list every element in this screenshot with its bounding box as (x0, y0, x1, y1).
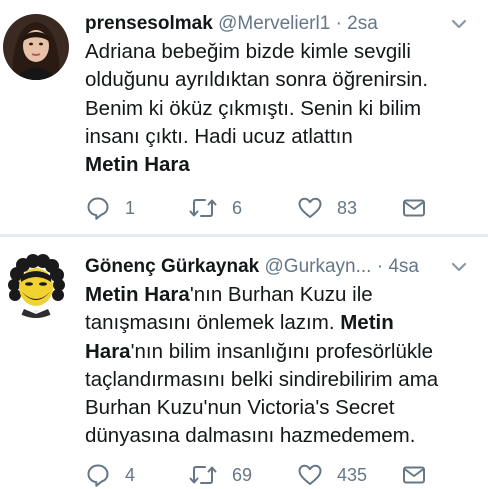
display-name[interactable]: Gönenç Gürkaynak (85, 256, 259, 277)
like-icon (298, 197, 322, 218)
reply-count: 1 (125, 197, 136, 218)
user-handle[interactable]: @Gurkayn... (265, 256, 372, 277)
dm-button[interactable] (401, 194, 427, 222)
timestamp[interactable]: 2sa (347, 13, 378, 34)
text-segment: 'nın bilim insanlığını profesörlükle (130, 339, 434, 363)
tweet-text-line: taçlandırmasını belki sindirebilirim ama (85, 367, 439, 391)
dm-icon (403, 466, 425, 484)
tweet-text-line: dünyasına dalmasını hazmedemem. (85, 424, 416, 448)
text-segment: tanışmasını önlemek lazım. (85, 311, 341, 335)
mention-text: Metin Hara (85, 283, 190, 306)
mention-text: Hara (85, 339, 131, 363)
cartoon-avatar-curly-hair-icon (3, 252, 69, 318)
like-icon (298, 464, 322, 485)
tweet-header: prensesolmak @Mervelierl1 · 2sa (85, 10, 468, 38)
separator: · (335, 13, 342, 34)
avatar[interactable] (3, 14, 69, 80)
retweet-count: 6 (232, 197, 243, 218)
tweet-header: Gönenç Gürkaynak @Gurkayn... · 4sa (85, 253, 468, 281)
like-count: 435 (337, 464, 368, 485)
reply-icon (87, 197, 109, 220)
display-name[interactable]: prensesolmak (85, 13, 213, 34)
tweet-text-line: Benim ki öküz çıkmıştı. Senin ki bilim (85, 96, 422, 120)
reply-count: 4 (125, 464, 136, 485)
avatar[interactable] (3, 252, 69, 318)
profile-photo-woman-icon (3, 14, 69, 80)
tweet[interactable]: prensesolmak @Mervelierl1 · 2sa Adriana … (0, 0, 488, 234)
chevron-down-icon[interactable] (450, 253, 468, 281)
user-handle[interactable]: @Mervelierl1 (218, 13, 330, 34)
retweet-icon (189, 466, 217, 484)
reply-button[interactable]: 1 (85, 194, 135, 222)
separator: · (376, 256, 384, 277)
dm-icon (403, 199, 425, 217)
mention-text: Metin Hara (85, 153, 190, 177)
retweet-count: 69 (232, 464, 253, 485)
like-button[interactable]: 83 (297, 194, 357, 222)
retweet-button[interactable]: 6 (188, 194, 242, 222)
tweet-text-line: olduğunu ayrıldıktan sonra öğrenirsin. (85, 68, 429, 92)
mention-text: Metin (340, 311, 394, 335)
like-count: 83 (337, 197, 358, 218)
timestamp[interactable]: 4sa (388, 256, 419, 277)
reply-icon (87, 464, 109, 487)
tweet-text: Adriana bebeğim bizde kimle sevgili oldu… (85, 38, 476, 179)
chevron-down-icon[interactable] (450, 10, 468, 38)
tweet-text-line: tanışmasını önlemek lazım. Metin (85, 309, 476, 337)
tweet-actions: 1 6 83 (85, 194, 468, 222)
tweet-text: Metin Hara'nın Burhan Kuzu ile tanışması… (85, 281, 476, 451)
tweet-text-line: Adriana bebeğim bizde kimle sevgili (85, 40, 411, 63)
tweet-text-line: insanı çıktı. Hadi ucuz atlattın (85, 124, 353, 148)
retweet-icon (189, 199, 217, 217)
tweet-text-line: Burhan Kuzu'nun Victoria's Secret (85, 396, 395, 420)
tweet-text-line: Hara'nın bilim insanlığını profesörlükle (85, 338, 476, 366)
text-segment: 'nın Burhan Kuzu ile (189, 283, 373, 306)
tweet-text-line: Metin Hara'nın Burhan Kuzu ile (85, 281, 476, 309)
tweet[interactable]: Gönenç Gürkaynak @Gurkayn... · 4sa Metin… (0, 237, 488, 487)
